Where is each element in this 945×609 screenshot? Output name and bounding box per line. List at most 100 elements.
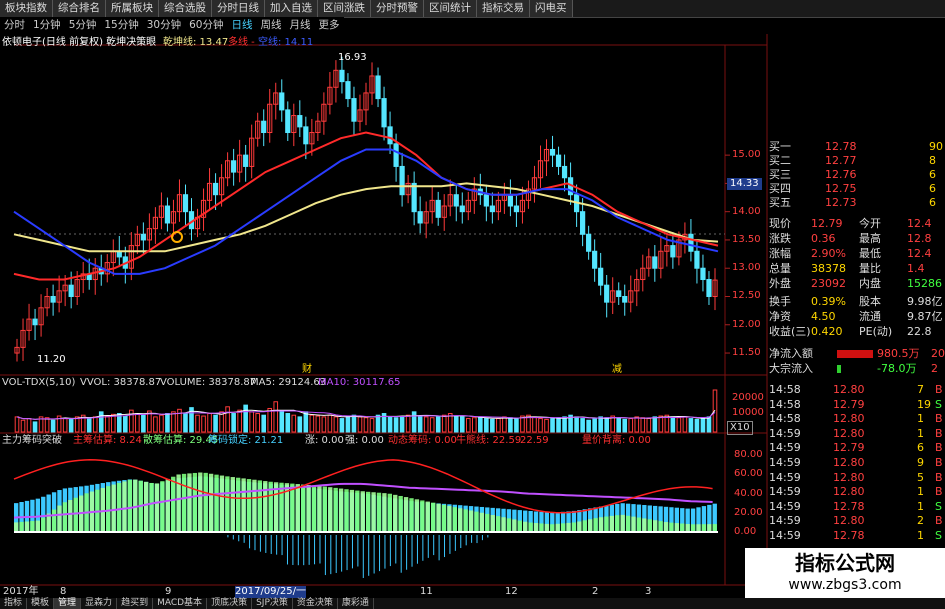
stat-value: 0.39% [811, 295, 846, 308]
tick-time: 14:59 [769, 426, 801, 440]
vol-bar-60 [375, 414, 381, 433]
bottom-tab-0[interactable]: 指标 [0, 598, 28, 609]
bottom-tab-1[interactable]: 模板 [27, 598, 55, 609]
tick-time: 14:58 [769, 383, 801, 396]
buy-vol: 6 [929, 182, 936, 195]
chip-column-101 [560, 511, 566, 532]
date-label-1: 8 [60, 586, 67, 597]
candle-59 [369, 62, 375, 105]
flow-extra: 20 [931, 347, 945, 360]
stat-value-2: 22.8 [907, 325, 932, 338]
chip-indicator-7: 22.59 [520, 435, 549, 446]
chip-tick-2: 40.00 [734, 488, 763, 499]
buy-label: 买五 [769, 196, 791, 209]
bottom-tab-6[interactable]: 顶底决策 [207, 598, 253, 609]
stat-label-2: 最低 [859, 247, 881, 260]
quote-panel: 买一 12.78 90 买二 12.77 8 买三 12.76 6 买四 12.75 6 买五 12.73… [767, 140, 945, 598]
vol-bar-41 [261, 414, 267, 433]
tick-time: 14:59 [769, 470, 801, 484]
candle-19 [128, 232, 134, 281]
candle-27 [176, 179, 183, 222]
candle-23 [152, 207, 159, 244]
vol-bar-18 [123, 415, 128, 433]
candle-99 [610, 277, 616, 315]
candle-4 [38, 294, 44, 337]
buy-vol: 8 [929, 154, 936, 167]
candle-41 [261, 109, 267, 147]
vol-bar-98 [604, 417, 609, 433]
chip-indicator-2: 筹码锁定: 21.21 [208, 435, 284, 446]
vol-unit: X10 [727, 421, 753, 435]
stat-label: 收益(三) [769, 325, 811, 338]
bottom-tab-5[interactable]: MACD基本 [153, 598, 208, 609]
stat-value-2: 9.87亿 [907, 310, 943, 323]
candle-30 [194, 208, 201, 238]
tick-row-5: 14:59 12.80 9 B [767, 456, 945, 470]
tick-time: 14:58 [769, 412, 801, 426]
candle-51 [321, 92, 327, 135]
bottom-tab-2[interactable]: 管理 [54, 598, 82, 609]
chip-indicator-5: 动态筹码: 0.00 [388, 435, 457, 446]
stat-label-2: PE(动) [859, 325, 893, 338]
chip-column-120 [663, 506, 669, 532]
candle-57 [357, 94, 363, 132]
candle-68 [423, 201, 429, 239]
vol-bar-80 [496, 418, 501, 433]
tick-dir: B [935, 485, 943, 499]
vol-bar-106 [652, 416, 658, 433]
tick-dir: S [935, 529, 942, 542]
tick-dir: B [935, 426, 943, 440]
bottom-tab-4[interactable]: 趋买到 [117, 598, 154, 609]
candle-21 [140, 222, 146, 254]
candle-79 [489, 192, 495, 224]
candle-47 [297, 100, 303, 138]
chip-column-123 [680, 508, 685, 532]
stat-row-5: 换手 0.39% 股本 9.98亿 [767, 295, 945, 309]
candle-43 [273, 82, 279, 120]
vol-bar-100 [616, 418, 622, 433]
current-price-tag: 14.33 [727, 178, 762, 190]
candle-38 [243, 144, 249, 182]
chip-column-62 [349, 489, 355, 569]
tick-price: 12.78 [833, 499, 865, 513]
tick-price: 12.78 [833, 529, 865, 542]
tick-time: 14:59 [769, 499, 801, 513]
chip-column-80 [447, 504, 452, 554]
stat-value: 38378 [811, 262, 846, 275]
flow-value: -78.0万 [877, 362, 917, 375]
vol-bar-83 [514, 418, 519, 433]
date-label-2: 9 [165, 586, 172, 597]
candle-37 [237, 139, 243, 183]
tick-row-7: 14:59 12.80 1 B [767, 485, 945, 499]
buy-label: 买二 [769, 154, 791, 167]
vol-bar-104 [640, 417, 646, 433]
vol-bar-15 [104, 415, 110, 433]
vol-bar-114 [700, 418, 706, 433]
vol-bar-56 [351, 414, 357, 433]
buy-row-4: 买五 12.73 6 [767, 196, 945, 210]
bottom-tab-9[interactable]: 康彩通 [338, 598, 374, 609]
candle-87 [537, 145, 544, 188]
vol-bar-40 [255, 413, 260, 433]
flow-row-1: 大宗流入 -78.0万 2 [767, 362, 945, 376]
vol-bar-79 [490, 418, 495, 433]
candle-94 [580, 198, 586, 247]
chip-column-68 [382, 493, 387, 569]
bottom-tab-8[interactable]: 资金决策 [293, 598, 338, 609]
price-tick-2: 14.00 [732, 206, 761, 217]
price-tick-6: 12.00 [732, 319, 761, 330]
bottom-tab-7[interactable]: SJP决策 [252, 598, 293, 609]
candle-61 [381, 86, 387, 141]
stat-label-2: 股本 [859, 295, 881, 308]
chip-column-84 [468, 506, 474, 543]
candle-109 [670, 232, 676, 269]
vol-bar-74 [459, 416, 465, 433]
stat-value-2: 12.4 [907, 247, 932, 260]
chip-column-118 [653, 505, 658, 532]
bottom-tab-3[interactable]: 显森力 [81, 598, 118, 609]
chip-column-16 [100, 483, 105, 532]
chip-column-33 [192, 472, 198, 532]
tick-vol: 1 [917, 426, 924, 440]
chip-column-112 [620, 503, 625, 532]
chip-column-50 [284, 483, 290, 565]
